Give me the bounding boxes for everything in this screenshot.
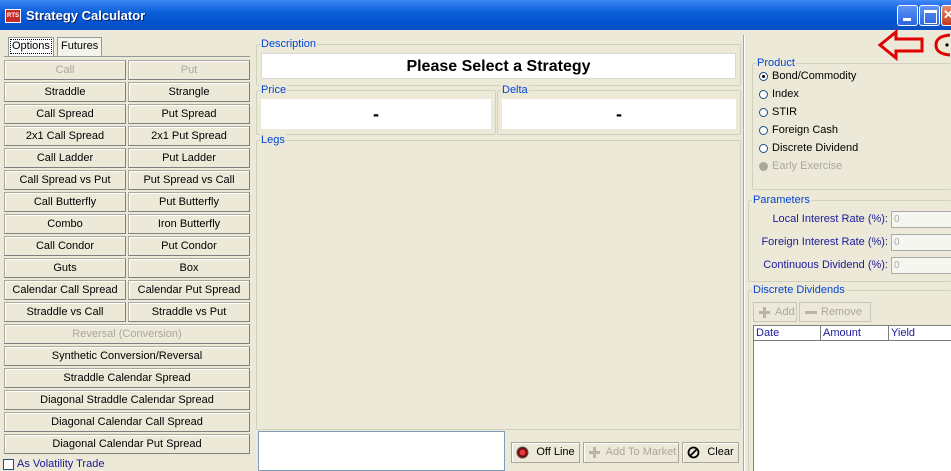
volatility-trade-label: As Volatility Trade [17,458,105,470]
foreign-interest-rate-label: Foreign Interest Rate (%): [761,236,888,248]
record-icon [516,446,529,459]
add-to-market-label: Add To Market [605,446,677,458]
discrete-dividends-label: Discrete Dividends [752,284,846,296]
offline-label: Off Line [536,446,575,458]
plus-icon [589,447,600,458]
combo-button[interactable]: Combo [4,214,126,234]
synthetic-conversion-reversal-button[interactable]: Synthetic Conversion/Reversal [4,346,250,366]
legs-group: Legs [256,134,741,430]
discrete-dividends-group: Discrete Dividends Add Remove Date Amoun… [748,284,951,471]
straddle-button[interactable]: Straddle [4,82,126,102]
continuous-dividend-input[interactable]: 0 [891,257,951,274]
strangle-button[interactable]: Strangle [128,82,250,102]
2x1-call-spread-button[interactable]: 2x1 Call Spread [4,126,126,146]
description-field: Please Select a Strategy [261,53,736,79]
radio-dot[interactable] [759,108,768,117]
maximize-button[interactable] [919,5,940,26]
strategy-panel: Options Futures Call Put Straddle Strang… [0,30,252,471]
product-label: Product [756,57,796,69]
call-condor-button[interactable]: Call Condor [4,236,126,256]
cancel-icon [687,446,700,459]
offline-button[interactable]: Off Line [511,442,580,463]
dividends-table[interactable]: Date Amount Yield [753,325,951,471]
price-label: Price [260,84,288,96]
delta-field: - [502,99,736,129]
reversal-conversion-button[interactable]: Reversal (Conversion) [4,324,250,344]
tab-options[interactable]: Options [8,37,54,56]
put-butterfly-button[interactable]: Put Butterfly [128,192,250,212]
radio-label: STIR [772,106,798,118]
legs-label: Legs [260,134,286,146]
radio-dot[interactable] [759,90,768,99]
description-label: Description [260,38,318,50]
plus-icon [759,307,770,318]
iron-butterfly-button[interactable]: Iron Butterfly [128,214,250,234]
remove-label: Remove [821,306,862,318]
call-butterfly-button[interactable]: Call Butterfly [4,192,126,212]
radio-label: Discrete Dividend [772,142,859,154]
checkbox-box[interactable] [3,459,14,470]
product-group: Product Bond/Commodity Index STIR Foreig… [752,57,951,190]
window-title: Strategy Calculator [26,8,146,23]
radio-dot[interactable] [759,72,768,81]
radio-label: Early Exercise [772,160,843,172]
local-interest-rate-input[interactable]: 0 [891,211,951,228]
local-interest-rate-label: Local Interest Rate (%): [772,213,888,225]
put-ladder-button[interactable]: Put Ladder [128,148,250,168]
radio-label: Bond/Commodity [772,70,857,82]
diagonal-calendar-put-spread-button[interactable]: Diagonal Calendar Put Spread [4,434,250,454]
column-header-yield[interactable]: Yield [889,326,951,341]
description-group: Description Please Select a Strategy [256,38,741,86]
straddle-vs-put-button[interactable]: Straddle vs Put [128,302,250,322]
calendar-put-spread-button[interactable]: Calendar Put Spread [128,280,250,300]
delta-label: Delta [501,84,529,96]
foreign-interest-rate-input[interactable]: 0 [891,234,951,251]
put-button[interactable]: Put [128,60,250,80]
column-header-amount[interactable]: Amount [821,326,889,341]
radio-dot[interactable] [759,144,768,153]
diagonal-calendar-call-spread-button[interactable]: Diagonal Calendar Call Spread [4,412,250,432]
annotation-arrow-icon [877,29,951,61]
price-field: - [261,99,491,129]
minimize-button[interactable] [897,5,918,26]
2x1-put-spread-button[interactable]: 2x1 Put Spread [128,126,250,146]
call-button[interactable]: Call [4,60,126,80]
close-button[interactable] [941,5,951,26]
put-spread-button[interactable]: Put Spread [128,104,250,124]
put-spread-vs-call-button[interactable]: Put Spread vs Call [128,170,250,190]
straddle-vs-call-button[interactable]: Straddle vs Call [4,302,126,322]
title-bar[interactable]: RTS Strategy Calculator [0,0,951,30]
radio-dot[interactable] [759,126,768,135]
parameters-label: Parameters [752,194,811,206]
clear-label: Clear [707,446,734,458]
column-header-date[interactable]: Date [754,326,821,341]
guts-button[interactable]: Guts [4,258,126,278]
app-icon: RTS [5,9,21,23]
add-dividend-button[interactable]: Add [753,302,797,322]
clear-button[interactable]: Clear [682,442,739,463]
add-to-market-button[interactable]: Add To Market [583,442,679,463]
continuous-dividend-label: Continuous Dividend (%): [763,259,888,271]
delta-group: Delta - [497,84,741,135]
put-condor-button[interactable]: Put Condor [128,236,250,256]
call-spread-button[interactable]: Call Spread [4,104,126,124]
parameters-group: Parameters Local Interest Rate (%): 0 Fo… [748,194,951,282]
call-spread-vs-put-button[interactable]: Call Spread vs Put [4,170,126,190]
tab-futures[interactable]: Futures [57,37,103,56]
minus-icon [805,311,817,314]
price-group: Price - [256,84,496,135]
remove-dividend-button[interactable]: Remove [799,302,871,322]
diagonal-straddle-calendar-spread-button[interactable]: Diagonal Straddle Calendar Spread [4,390,250,410]
tab-divider [4,56,250,57]
radio-dot[interactable] [759,162,768,171]
call-ladder-button[interactable]: Call Ladder [4,148,126,168]
straddle-calendar-spread-button[interactable]: Straddle Calendar Spread [4,368,250,388]
radio-label: Foreign Cash [772,124,839,136]
radio-label: Index [772,88,799,100]
add-label: Add [775,306,795,318]
notes-input[interactable] [258,431,505,471]
calendar-call-spread-button[interactable]: Calendar Call Spread [4,280,126,300]
box-button[interactable]: Box [128,258,250,278]
